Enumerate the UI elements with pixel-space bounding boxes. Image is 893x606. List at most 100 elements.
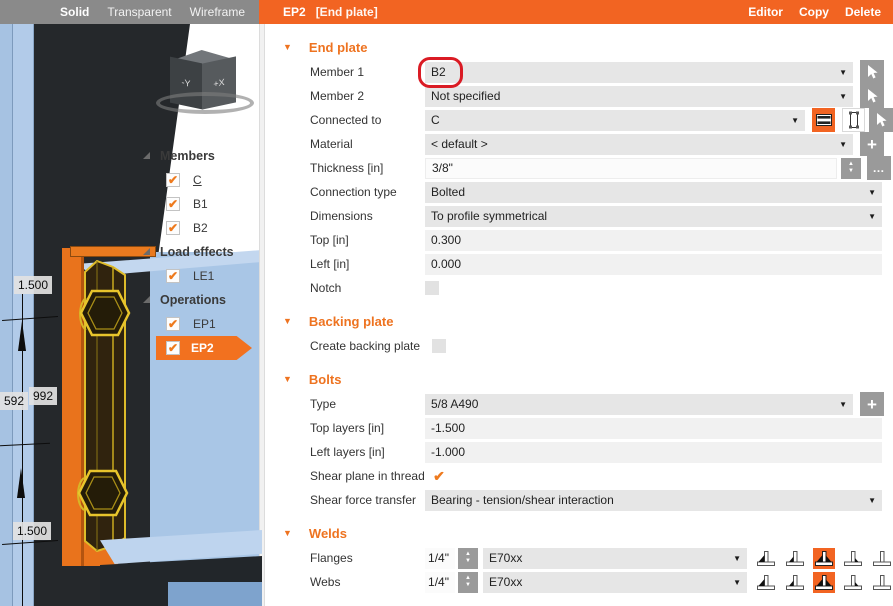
- thickness-stepper[interactable]: ▲ ▼: [841, 158, 861, 179]
- member2-dropdown[interactable]: Not specified ▼: [425, 86, 853, 107]
- weld-fillet-both-sides-icon-selected[interactable]: [813, 572, 835, 593]
- plate-vertical-icon: [846, 111, 862, 129]
- weld-butt-icon[interactable]: [871, 548, 893, 569]
- checkbox-checked-icon[interactable]: ✔: [166, 197, 180, 211]
- navigation-cube[interactable]: -Y +X: [156, 52, 256, 130]
- member1-dropdown[interactable]: B2 ▼: [425, 62, 853, 83]
- section-backing-plate[interactable]: ▼ Backing plate: [283, 312, 893, 330]
- weld-fillet-right-small-icon[interactable]: [842, 572, 864, 593]
- chevron-down-icon: ▼: [839, 400, 847, 409]
- shear-transfer-dropdown[interactable]: Bearing - tension/shear interaction ▼: [425, 490, 882, 511]
- row-thickness: Thickness [in] 3/8" ▲ ▼ …: [265, 156, 893, 180]
- web-weld-type-icons: [755, 572, 893, 593]
- chevron-down-icon: ▼: [839, 68, 847, 77]
- flange-weld-size-stepper[interactable]: ▲ ▼: [458, 548, 478, 569]
- expander-icon[interactable]: [143, 248, 150, 255]
- material-dropdown[interactable]: < default > ▼: [425, 134, 853, 155]
- shear-plane-checkbox[interactable]: ✔: [432, 469, 446, 483]
- plate-orientation-horizontal-button[interactable]: [812, 108, 835, 132]
- section-bolts[interactable]: ▼ Bolts: [283, 370, 893, 388]
- tree-group-load-effects[interactable]: Load effects: [135, 240, 262, 264]
- row-shear-transfer: Shear force transfer Bearing - tension/s…: [265, 488, 893, 512]
- delete-button[interactable]: Delete: [845, 5, 881, 19]
- weld-fillet-left-alt-icon[interactable]: [784, 548, 806, 569]
- tree-group-members[interactable]: Members: [135, 144, 262, 168]
- dimension-label-mid-a: 592: [0, 392, 28, 410]
- chevron-down-icon: ▼: [733, 554, 741, 563]
- navigation-cube-left-face[interactable]: -Y: [170, 57, 202, 110]
- row-shear-plane: Shear plane in thread ✔: [265, 464, 893, 488]
- section-welds[interactable]: ▼ Welds: [283, 524, 893, 542]
- pick-member-button[interactable]: [869, 108, 893, 132]
- row-material: Material < default > ▼ +: [265, 132, 893, 156]
- bolt-type-dropdown[interactable]: 5/8 A490 ▼: [425, 394, 853, 415]
- checkbox-checked-icon[interactable]: ✔: [166, 221, 180, 235]
- view-mode-solid-button[interactable]: Solid: [60, 5, 89, 19]
- tree-item-c[interactable]: ✔ C: [135, 168, 262, 192]
- chevron-down-icon: ▼: [791, 116, 799, 125]
- left-input[interactable]: 0.000: [425, 254, 882, 275]
- checkbox-checked-icon[interactable]: ✔: [166, 269, 180, 283]
- plate-horizontal-icon: [815, 112, 833, 128]
- operation-header-bar: EP2 [End plate] Editor Copy Delete: [259, 0, 893, 24]
- view-mode-transparent-button[interactable]: Transparent: [107, 5, 171, 19]
- checkbox-checked-icon[interactable]: ✔: [166, 317, 180, 331]
- expander-icon[interactable]: [143, 296, 150, 303]
- column-flange-strip-2: [13, 24, 34, 606]
- plate-orientation-vertical-button[interactable]: [842, 108, 865, 132]
- weld-fillet-left-icon[interactable]: [755, 572, 777, 593]
- flange-electrode-dropdown[interactable]: E70xx ▼: [483, 548, 747, 569]
- section-collapse-icon[interactable]: ▼: [283, 528, 292, 538]
- weld-fillet-both-sides-icon-selected[interactable]: [813, 548, 835, 569]
- notch-checkbox[interactable]: [425, 281, 439, 295]
- web-weld-size-input[interactable]: 1/4": [425, 572, 455, 593]
- tree-item-b2[interactable]: ✔ B2: [135, 216, 262, 240]
- add-material-button[interactable]: +: [860, 132, 884, 156]
- web-weld-size-stepper[interactable]: ▲ ▼: [458, 572, 478, 593]
- connected-to-dropdown[interactable]: C ▼: [425, 110, 805, 131]
- left-layers-input[interactable]: -1.000: [425, 442, 882, 463]
- 3d-viewport[interactable]: 1.500 992 592 1.500 -Y +X Members ✔ C ✔ …: [0, 24, 262, 606]
- section-end-plate[interactable]: ▼ End plate: [283, 38, 893, 56]
- section-collapse-icon[interactable]: ▼: [283, 316, 292, 326]
- thickness-more-button[interactable]: …: [867, 156, 891, 180]
- checkbox-checked-icon[interactable]: ✔: [166, 173, 180, 187]
- weld-butt-icon[interactable]: [871, 572, 893, 593]
- weld-fillet-left-alt-icon[interactable]: [784, 572, 806, 593]
- weld-fillet-right-small-icon[interactable]: [842, 548, 864, 569]
- section-collapse-icon[interactable]: ▼: [283, 42, 292, 52]
- tree-item-le1[interactable]: ✔ LE1: [135, 264, 262, 288]
- bolt-bottom: [74, 466, 130, 520]
- connection-type-dropdown[interactable]: Bolted ▼: [425, 182, 882, 203]
- ellipsis-icon: …: [873, 161, 886, 175]
- weld-fillet-left-icon[interactable]: [755, 548, 777, 569]
- plus-icon: +: [867, 397, 877, 412]
- flange-weld-size-input[interactable]: 1/4": [425, 548, 455, 569]
- add-bolt-assembly-button[interactable]: +: [860, 392, 884, 416]
- row-top: Top [in] 0.300: [265, 228, 893, 252]
- top-layers-input[interactable]: -1.500: [425, 418, 882, 439]
- tree-item-b1[interactable]: ✔ B1: [135, 192, 262, 216]
- web-electrode-dropdown[interactable]: E70xx ▼: [483, 572, 747, 593]
- row-top-layers: Top layers [in] -1.500: [265, 416, 893, 440]
- scene-tree: Members ✔ C ✔ B1 ✔ B2 Load effects ✔ LE1…: [135, 144, 262, 360]
- tree-item-ep2-selected[interactable]: ✔ EP2: [156, 336, 252, 360]
- pick-member-button[interactable]: [860, 84, 884, 108]
- copy-button[interactable]: Copy: [799, 5, 829, 19]
- navigation-cube-right-face[interactable]: +X: [202, 56, 236, 109]
- section-collapse-icon[interactable]: ▼: [283, 374, 292, 384]
- row-connected-to: Connected to C ▼: [265, 108, 893, 132]
- view-mode-wireframe-button[interactable]: Wireframe: [190, 5, 245, 19]
- create-backing-plate-checkbox[interactable]: [432, 339, 446, 353]
- checkbox-checked-icon[interactable]: ✔: [166, 341, 180, 355]
- bolt-top: [76, 286, 132, 340]
- expander-icon[interactable]: [143, 152, 150, 159]
- pick-member-button[interactable]: [860, 60, 884, 84]
- tree-item-ep1[interactable]: ✔ EP1: [135, 312, 262, 336]
- dimensions-dropdown[interactable]: To profile symmetrical ▼: [425, 206, 882, 227]
- chevron-down-icon: ▼: [868, 496, 876, 505]
- top-input[interactable]: 0.300: [425, 230, 882, 251]
- thickness-input[interactable]: 3/8": [425, 158, 837, 179]
- editor-button[interactable]: Editor: [748, 5, 783, 19]
- tree-group-operations[interactable]: Operations: [135, 288, 262, 312]
